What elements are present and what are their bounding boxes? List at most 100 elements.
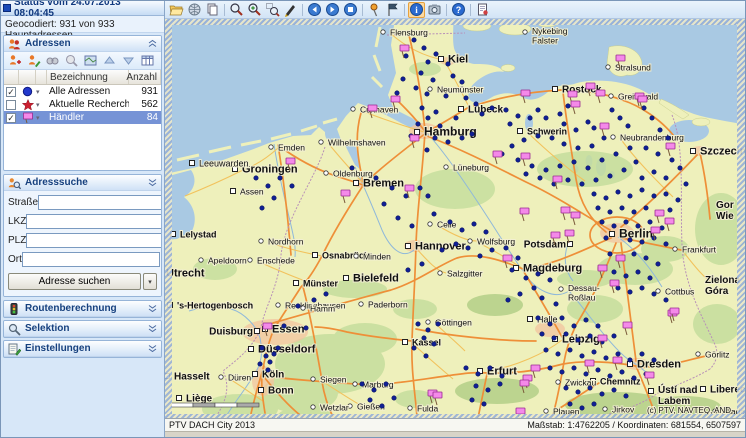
address-dot[interactable] <box>611 333 617 339</box>
address-dot[interactable] <box>557 111 563 117</box>
address-dot[interactable] <box>477 253 483 259</box>
address-dot[interactable] <box>289 183 295 189</box>
address-dot[interactable] <box>487 365 493 371</box>
address-dot[interactable] <box>489 247 495 253</box>
address-dot[interactable] <box>383 381 389 387</box>
address-dot[interactable] <box>431 341 437 347</box>
address-dot[interactable] <box>515 157 521 163</box>
address-dot[interactable] <box>651 291 657 297</box>
help-icon[interactable]: ? <box>450 2 467 18</box>
address-dot[interactable] <box>585 119 591 125</box>
address-dot[interactable] <box>445 139 451 145</box>
address-dot[interactable] <box>485 387 491 393</box>
map-canvas[interactable]: Kiel Hamburg Lübeck Bremen Groningen Leeuward… <box>165 19 745 418</box>
panel-routenberechnung-header[interactable]: Routenberechnung <box>4 301 161 317</box>
panel-selektion-header[interactable]: Selektion <box>4 321 161 337</box>
address-dot[interactable] <box>595 323 601 329</box>
symbol-dropdown-icon[interactable]: ▾ <box>36 101 47 109</box>
address-dot[interactable] <box>475 371 481 377</box>
address-dot[interactable] <box>663 241 669 247</box>
address-dot[interactable] <box>667 207 673 213</box>
address-dot[interactable] <box>611 387 617 393</box>
address-dot[interactable] <box>571 323 577 329</box>
address-dot[interactable] <box>271 195 277 201</box>
address-dot[interactable] <box>471 221 477 227</box>
address-dot[interactable] <box>591 349 597 355</box>
address-dot[interactable] <box>425 327 431 333</box>
address-dot[interactable] <box>489 105 495 111</box>
address-dot[interactable] <box>547 277 553 283</box>
address-dot[interactable] <box>425 193 431 199</box>
address-dot[interactable] <box>617 115 623 121</box>
address-dot[interactable] <box>563 385 569 391</box>
address-dot[interactable] <box>439 247 445 253</box>
zoom-in-icon[interactable] <box>246 2 263 18</box>
address-dot[interactable] <box>379 403 385 409</box>
address-dot[interactable] <box>627 145 633 151</box>
copy-map-icon[interactable] <box>204 2 221 18</box>
panel-adressen-header[interactable]: Adressen <box>4 36 161 52</box>
address-list-row[interactable]: ▾ Aktuelle Recherche 562 <box>4 98 161 111</box>
address-dot[interactable] <box>473 101 479 107</box>
address-dot[interactable] <box>559 315 565 321</box>
address-dot[interactable] <box>575 337 581 343</box>
address-dot[interactable] <box>639 239 645 245</box>
address-dot[interactable] <box>421 45 427 51</box>
address-dot[interactable] <box>381 201 387 207</box>
address-dot[interactable] <box>627 237 633 243</box>
address-dot[interactable] <box>631 209 637 215</box>
map-image[interactable]: KielHamburgLübeckBremenGroningenLeeuward… <box>165 19 745 418</box>
address-dot[interactable] <box>607 373 613 379</box>
address-dot[interactable] <box>543 347 549 353</box>
address-dot[interactable] <box>453 241 459 247</box>
address-dot[interactable] <box>259 205 265 211</box>
prev-view-icon[interactable] <box>306 2 323 18</box>
address-dot[interactable] <box>635 223 641 229</box>
address-dot[interactable] <box>553 301 559 307</box>
address-dot[interactable] <box>579 405 585 411</box>
address-dot[interactable] <box>619 205 625 211</box>
address-dot[interactable] <box>591 125 597 131</box>
address-dot[interactable] <box>509 143 515 149</box>
address-dot[interactable] <box>349 165 355 171</box>
address-dot[interactable] <box>623 273 629 279</box>
address-dot[interactable] <box>599 391 605 397</box>
address-dot[interactable] <box>433 51 439 57</box>
address-dot[interactable] <box>389 185 395 191</box>
address-dot[interactable] <box>657 127 663 133</box>
address-dot[interactable] <box>259 345 265 351</box>
address-dot[interactable] <box>651 357 657 363</box>
address-dot[interactable] <box>465 245 471 251</box>
address-dot[interactable] <box>543 115 549 121</box>
address-dot[interactable] <box>509 267 515 273</box>
address-dot[interactable] <box>583 317 589 323</box>
snapshot-icon[interactable] <box>426 2 443 18</box>
address-dot[interactable] <box>529 163 535 169</box>
address-dot[interactable] <box>555 351 561 357</box>
address-dot[interactable] <box>469 131 475 137</box>
address-dot[interactable] <box>473 383 479 389</box>
zoom-mode-icon[interactable] <box>264 2 281 18</box>
address-dot[interactable] <box>547 321 553 327</box>
address-dot[interactable] <box>621 167 627 173</box>
address-dot[interactable] <box>411 345 417 351</box>
address-dot[interactable] <box>539 331 545 337</box>
address-dot[interactable] <box>575 389 581 395</box>
search-address-button[interactable]: Adresse suchen <box>8 273 141 290</box>
address-dot[interactable] <box>663 175 669 181</box>
field-input-ort[interactable] <box>21 252 160 267</box>
panel-einstellungen-header[interactable]: Einstellungen <box>4 341 161 357</box>
address-dot[interactable] <box>659 225 665 231</box>
address-dot[interactable] <box>559 369 565 375</box>
address-dot[interactable] <box>639 187 645 193</box>
address-dot[interactable] <box>483 229 489 235</box>
address-dot[interactable] <box>459 227 465 233</box>
address-dot[interactable] <box>409 223 415 229</box>
move-up-icon[interactable] <box>101 53 118 69</box>
address-dot[interactable] <box>603 355 609 361</box>
address-dot[interactable] <box>253 175 259 181</box>
show-on-map-icon[interactable] <box>82 53 99 69</box>
address-dot[interactable] <box>639 175 645 181</box>
address-dot[interactable] <box>643 255 649 261</box>
address-dot[interactable] <box>469 397 475 403</box>
